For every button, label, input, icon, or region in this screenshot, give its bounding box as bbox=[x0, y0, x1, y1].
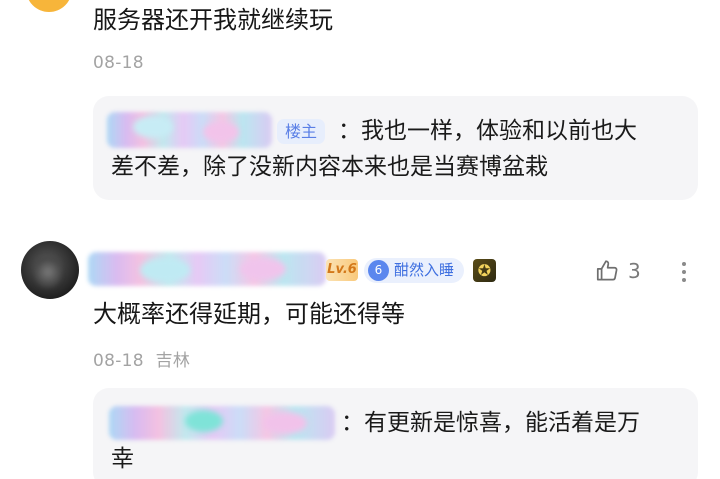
blurred-username bbox=[203, 122, 239, 142]
blurred-username bbox=[240, 258, 286, 280]
comment-date: 08-18 bbox=[93, 53, 144, 73]
comment-meta: 08-18 吉林 bbox=[93, 346, 190, 371]
dot bbox=[682, 262, 686, 266]
title-badge-level: 6 bbox=[368, 260, 389, 281]
medal-icon[interactable]: ✪ bbox=[473, 259, 496, 282]
avatar-image bbox=[35, 257, 61, 287]
blurred-username bbox=[263, 412, 307, 434]
blurred-username bbox=[133, 116, 173, 138]
blurred-username bbox=[185, 410, 223, 432]
dot bbox=[682, 270, 686, 274]
like-count: 3 bbox=[628, 259, 641, 283]
reply-text: ：我也一样，体验和以前也大 bbox=[338, 118, 637, 144]
avatar[interactable] bbox=[21, 241, 79, 299]
reply-text: 差不差，除了没新内容本来也是当赛博盆栽 bbox=[111, 154, 548, 180]
title-badge-label: 酣然入睡 bbox=[394, 261, 455, 279]
thumbs-up-icon bbox=[596, 260, 618, 281]
reply-box[interactable]: 楼主 ：我也一样，体验和以前也大 差不差，除了没新内容本来也是当赛博盆栽 bbox=[93, 96, 698, 200]
comment-text: 大概率还得延期，可能还得等 bbox=[93, 300, 405, 328]
more-vertical-icon[interactable] bbox=[678, 258, 690, 286]
owner-badge: 楼主 bbox=[277, 119, 326, 144]
title-badge[interactable]: 6 酣然入睡 bbox=[364, 258, 465, 283]
blurred-username bbox=[140, 258, 190, 282]
level-badge: Lv.6 bbox=[326, 259, 358, 281]
blurred-username bbox=[107, 112, 272, 148]
star-icon: ✪ bbox=[477, 261, 492, 280]
comment-location: 吉林 bbox=[155, 351, 191, 371]
comment-text: 服务器还开我就继续玩 bbox=[93, 6, 333, 34]
reply-text: 幸 bbox=[111, 446, 134, 472]
blurred-username[interactable] bbox=[88, 252, 326, 286]
reply-text: ：有更新是惊喜，能活着是万 bbox=[341, 410, 640, 436]
reply-box[interactable]: ：有更新是惊喜，能活着是万 幸 bbox=[93, 388, 698, 479]
like-button[interactable]: 3 bbox=[594, 257, 641, 285]
dot bbox=[682, 278, 686, 282]
comment-date: 08-18 bbox=[93, 351, 144, 371]
avatar[interactable] bbox=[26, 0, 72, 12]
